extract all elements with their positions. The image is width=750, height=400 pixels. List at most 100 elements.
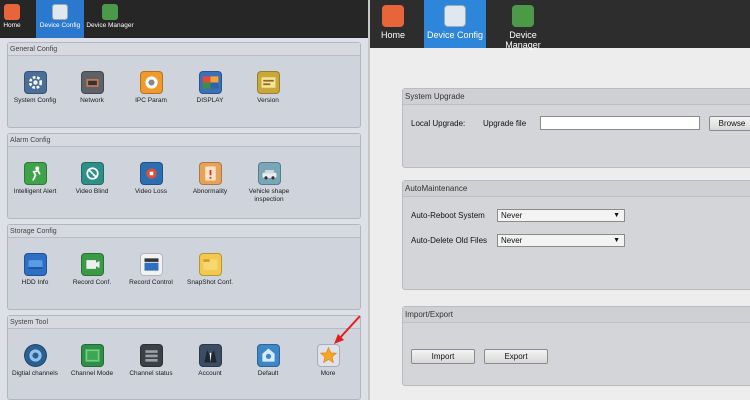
record-control-label: Record Control bbox=[129, 279, 173, 286]
vehicle-icon bbox=[257, 162, 281, 185]
system-config-label: System Config bbox=[13, 97, 57, 104]
version-item[interactable]: Version bbox=[238, 71, 298, 105]
channel-status-label: Channel status bbox=[129, 370, 173, 377]
default-icon bbox=[256, 344, 280, 367]
vehicle-shape-inspection-item[interactable]: Vehicle shape inspection bbox=[234, 162, 304, 203]
version-label: Version bbox=[257, 97, 279, 104]
left-tab-device-manager-label: Device Manager bbox=[86, 22, 134, 29]
display-icon bbox=[198, 71, 222, 94]
system-upgrade-title: System Upgrade bbox=[403, 89, 750, 105]
display-label: DISPLAY bbox=[196, 97, 224, 104]
browse-button[interactable]: Browse bbox=[709, 116, 750, 131]
digital-channels-label: Digtial channels bbox=[12, 370, 58, 377]
record-conf-icon bbox=[80, 253, 104, 276]
device-config-icon bbox=[444, 5, 466, 27]
channel-status-icon bbox=[139, 344, 163, 367]
auto-maintenance-panel: AutoMaintenance Auto-Reboot System Never… bbox=[402, 180, 750, 290]
snapshot-conf-item[interactable]: SnapShot Conf. bbox=[180, 253, 240, 287]
hdd-icon bbox=[23, 253, 47, 276]
running-man-icon bbox=[23, 162, 47, 185]
intelligent-alert-item[interactable]: Intelligent Alert bbox=[5, 162, 65, 196]
right-tab-device-manager[interactable]: Device Manager bbox=[492, 0, 554, 50]
right-top-nav: Home Device Config Device Manager bbox=[370, 0, 750, 50]
video-blind-item[interactable]: Video Blind bbox=[62, 162, 122, 196]
record-conf-item[interactable]: Record Conf. bbox=[62, 253, 122, 287]
version-icon bbox=[256, 71, 280, 94]
system-upgrade-panel: System Upgrade Local Upgrade: Upgrade fi… bbox=[402, 88, 750, 168]
local-upgrade-label: Local Upgrade: bbox=[411, 119, 466, 128]
upgrade-file-label: Upgrade file bbox=[483, 119, 527, 128]
device-manager-icon bbox=[102, 4, 118, 20]
right-tab-device-config-label: Device Config bbox=[426, 30, 484, 40]
ipc-param-label: IPC Param bbox=[135, 97, 167, 104]
default-item[interactable]: Default bbox=[238, 344, 298, 378]
alarm-config-section: Alarm Config Intelligent Alert Video Bli… bbox=[7, 133, 361, 219]
right-tab-device-config[interactable]: Device Config bbox=[424, 0, 486, 48]
network-item[interactable]: Network bbox=[62, 71, 122, 105]
left-tab-device-config-label: Device Config bbox=[39, 22, 81, 29]
right-tab-home[interactable]: Home bbox=[374, 0, 412, 48]
hdd-info-item[interactable]: HDD Info bbox=[5, 253, 65, 287]
channel-mode-item[interactable]: Channel Mode bbox=[62, 344, 122, 378]
left-top-nav: Home Device Config Device Manager bbox=[0, 0, 368, 38]
left-tab-home[interactable]: Home bbox=[0, 0, 24, 38]
ipc-param-item[interactable]: IPC Param bbox=[121, 71, 181, 105]
auto-delete-value: Never bbox=[501, 236, 523, 245]
left-tab-device-config[interactable]: Device Config bbox=[36, 0, 84, 38]
device-manager-icon bbox=[512, 5, 534, 27]
star-icon bbox=[316, 344, 340, 367]
intelligent-alert-label: Intelligent Alert bbox=[13, 188, 57, 195]
auto-reboot-select[interactable]: Never ▼ bbox=[497, 209, 625, 222]
abnormality-icon bbox=[198, 162, 222, 185]
home-icon bbox=[382, 5, 404, 27]
record-control-icon bbox=[139, 253, 163, 276]
system-tool-section: System Tool Digtial channels Channel Mod… bbox=[7, 315, 361, 400]
record-control-item[interactable]: Record Control bbox=[121, 253, 181, 287]
video-loss-icon bbox=[139, 162, 163, 185]
vehicle-shape-inspection-label: Vehicle shape inspection bbox=[248, 188, 290, 203]
snapshot-conf-label: SnapShot Conf. bbox=[187, 279, 233, 286]
left-tab-device-manager[interactable]: Device Manager bbox=[86, 0, 134, 38]
auto-reboot-value: Never bbox=[501, 211, 523, 220]
import-export-panel: Import/Export Import Export bbox=[402, 306, 750, 386]
device-config-icon bbox=[52, 4, 68, 20]
pointer-arrow-icon bbox=[334, 315, 361, 344]
camera-icon bbox=[139, 71, 163, 94]
export-button[interactable]: Export bbox=[484, 349, 548, 364]
system-tool-title: System Tool bbox=[8, 316, 360, 329]
channel-mode-label: Channel Mode bbox=[70, 370, 114, 377]
storage-config-title: Storage Config bbox=[8, 225, 360, 238]
dropdown-arrow-icon: ▼ bbox=[613, 212, 620, 219]
auto-maintenance-title: AutoMaintenance bbox=[403, 181, 750, 197]
account-icon bbox=[198, 344, 222, 367]
account-label: Account bbox=[198, 370, 222, 377]
default-label: Default bbox=[257, 370, 279, 377]
general-config-title: General Config bbox=[8, 43, 360, 56]
channel-mode-icon bbox=[80, 344, 104, 367]
system-config-item[interactable]: System Config bbox=[5, 71, 65, 105]
right-pane: Home Device Config Device Manager System… bbox=[368, 0, 750, 400]
snapshot-icon bbox=[198, 253, 222, 276]
alarm-config-title: Alarm Config bbox=[8, 134, 360, 147]
general-config-section: General Config System Config Network IPC… bbox=[7, 42, 361, 128]
more-item[interactable]: More bbox=[298, 344, 358, 378]
digital-channels-item[interactable]: Digtial channels bbox=[5, 344, 65, 378]
video-blind-label: Video Blind bbox=[75, 188, 109, 195]
abnormality-item[interactable]: Abnormality bbox=[180, 162, 240, 196]
upgrade-file-input[interactable] bbox=[540, 116, 700, 130]
more-label: More bbox=[320, 370, 336, 377]
video-loss-label: Video Loss bbox=[134, 188, 168, 195]
home-icon bbox=[4, 4, 20, 20]
left-tab-home-label: Home bbox=[3, 22, 21, 29]
left-pane: Home Device Config Device Manager Genera… bbox=[0, 0, 368, 400]
auto-delete-select[interactable]: Never ▼ bbox=[497, 234, 625, 247]
storage-config-section: Storage Config HDD Info Record Conf. Rec… bbox=[7, 224, 361, 310]
gear-icon bbox=[23, 71, 47, 94]
abnormality-label: Abnormality bbox=[192, 188, 228, 195]
auto-delete-label: Auto-Delete Old Files bbox=[411, 236, 488, 245]
channel-status-item[interactable]: Channel status bbox=[121, 344, 181, 378]
account-item[interactable]: Account bbox=[180, 344, 240, 378]
display-item[interactable]: DISPLAY bbox=[180, 71, 240, 105]
video-loss-item[interactable]: Video Loss bbox=[121, 162, 181, 196]
import-button[interactable]: Import bbox=[411, 349, 475, 364]
